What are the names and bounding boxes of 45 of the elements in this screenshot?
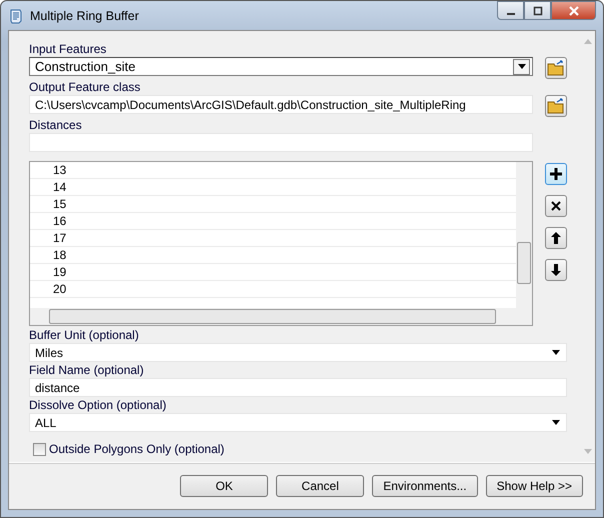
field-label: Buffer Unit (optional) [29, 328, 140, 343]
dialog-button[interactable]: Cancel [276, 475, 364, 497]
delete-icon[interactable] [545, 195, 567, 217]
distance-input-field[interactable] [29, 133, 533, 152]
horizontal-scrollbar[interactable] [30, 308, 532, 325]
script-icon [8, 8, 24, 24]
list-item[interactable]: 14 [30, 179, 516, 196]
checkbox-label: Outside Polygons Only (optional) [49, 442, 224, 457]
close-icon [568, 6, 580, 16]
field-label: Field Name (optional) [29, 363, 145, 378]
scroll-down-icon [584, 449, 592, 454]
checkbox[interactable] [33, 443, 46, 456]
minimize-icon [506, 12, 514, 14]
close-button[interactable] [551, 1, 596, 20]
field-label: Input Features [29, 42, 108, 57]
maximize-button[interactable] [524, 1, 551, 20]
minimize-button[interactable] [497, 1, 524, 20]
scroll-up-icon [584, 39, 592, 44]
maximize-icon [532, 6, 542, 16]
folder-icon[interactable] [545, 95, 567, 117]
vertical-scrollbar[interactable] [516, 162, 532, 308]
list-item[interactable]: 15 [30, 196, 516, 213]
list-item[interactable]: 17 [30, 230, 516, 247]
buffer-unit-dropdown[interactable]: Miles [29, 343, 567, 362]
list-item[interactable]: 20 [30, 281, 516, 298]
list-item[interactable]: 16 [30, 213, 516, 230]
dialog-button[interactable]: Show Help >> [486, 475, 583, 497]
list-item[interactable]: 13 [30, 162, 516, 179]
field-label: Output Feature class [29, 80, 142, 95]
input-features-dropdown[interactable]: Construction_site [29, 57, 533, 76]
caret-icon [552, 420, 560, 425]
field-name-field[interactable]: distance [29, 378, 567, 397]
folder-icon[interactable] [545, 57, 567, 79]
list-item[interactable]: 19 [30, 264, 516, 281]
window-title: Multiple Ring Buffer [30, 8, 139, 22]
dialog-button[interactable]: Environments... [372, 475, 478, 497]
add-icon[interactable] [545, 163, 567, 185]
caret-icon [552, 350, 560, 355]
dissolve-option-dropdown[interactable]: ALL [29, 413, 567, 432]
output-path-field[interactable]: C:\Users\cvcamp\Documents\ArcGIS\Default.gdb\Construction_site_MultipleRing [29, 95, 533, 114]
list-item[interactable]: 18 [30, 247, 516, 264]
field-label: Distances [29, 118, 83, 133]
dialog-button[interactable]: OK [180, 475, 268, 497]
caret-icon [518, 64, 526, 69]
field-label: Dissolve Option (optional) [29, 398, 168, 413]
